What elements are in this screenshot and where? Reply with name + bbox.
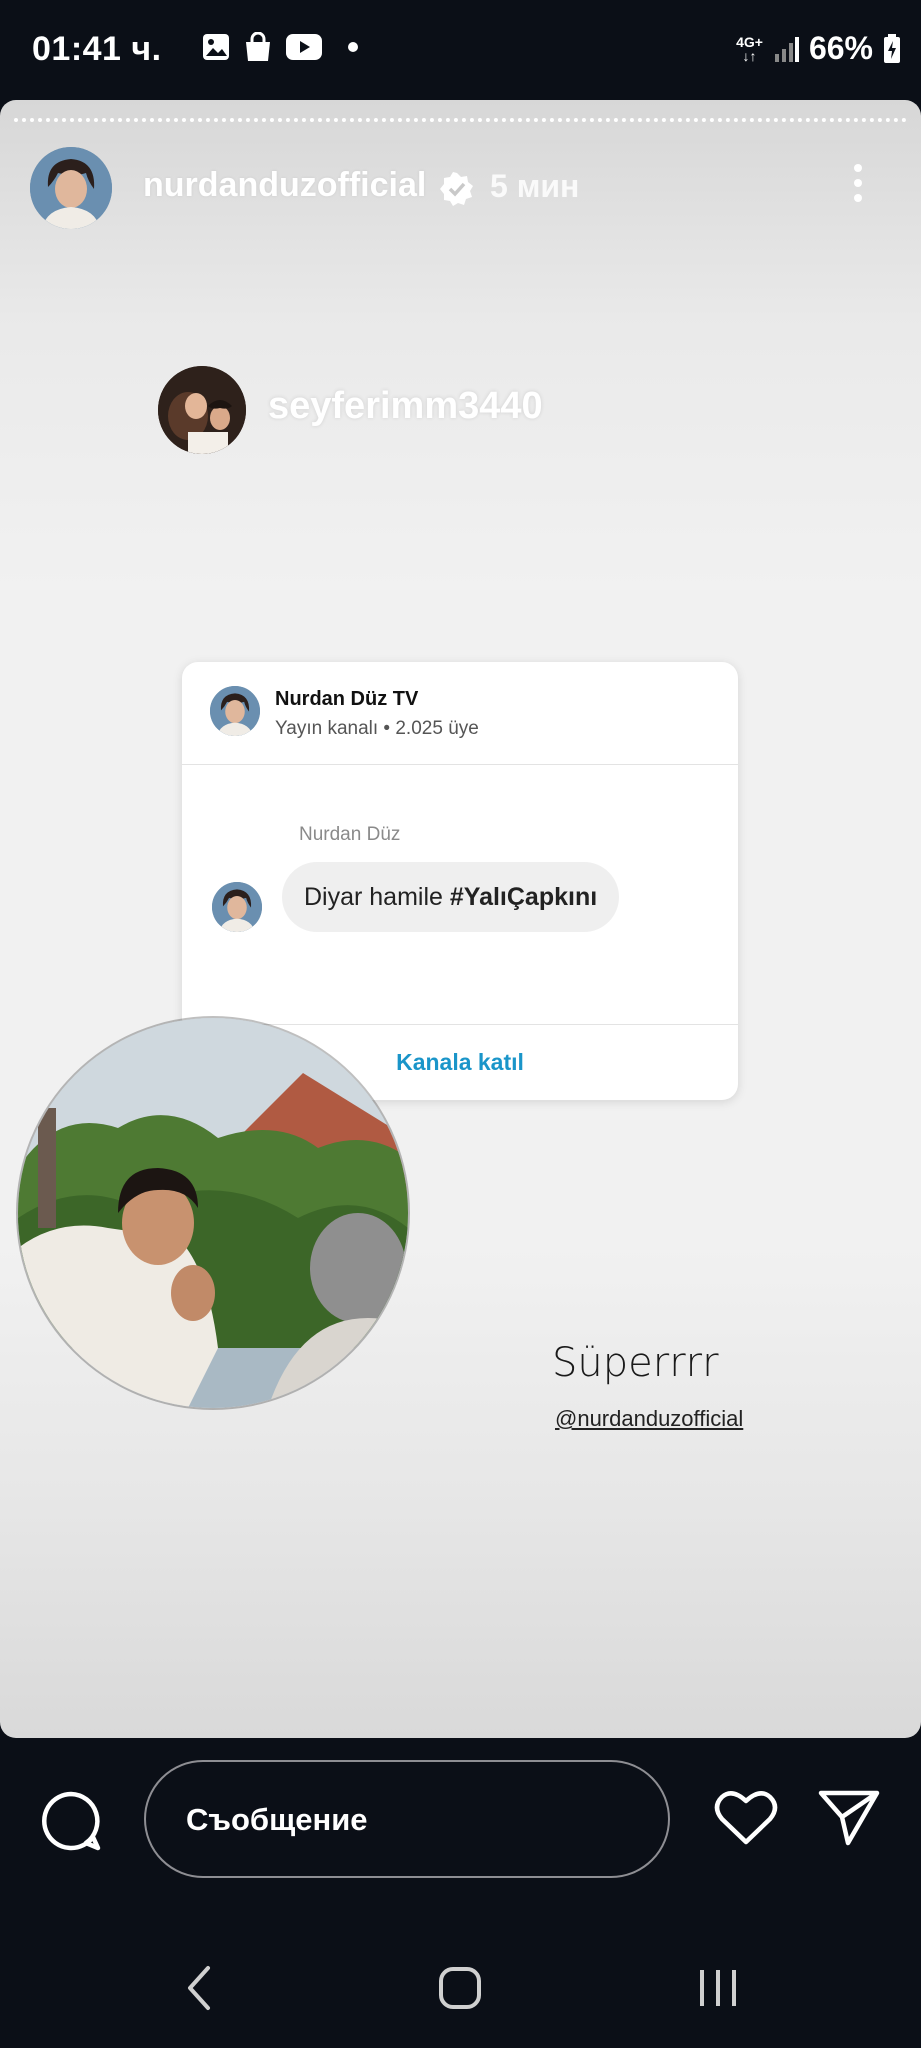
comment-icon[interactable] bbox=[40, 1790, 102, 1852]
verified-badge-icon bbox=[440, 172, 473, 206]
channel-title: Nurdan Düz TV bbox=[275, 688, 419, 710]
channel-subtitle: Yayın kanalı • 2.025 üye bbox=[275, 718, 479, 739]
channel-card-header: Nurdan Düz TV Yayın kanalı • 2.025 üye bbox=[182, 662, 738, 765]
channel-avatar bbox=[210, 686, 260, 736]
mention-username[interactable]: seyferimm3440 bbox=[268, 385, 543, 428]
story-time-ago: 5 мин bbox=[490, 168, 580, 204]
message-sender: Nurdan Düz bbox=[299, 824, 401, 845]
story-viewer[interactable]: nurdanduzofficial 5 мин seyferimm3440 Nu… bbox=[0, 100, 921, 1738]
message-input-placeholder: Съобщение bbox=[186, 1802, 368, 1837]
message-avatar bbox=[212, 882, 262, 932]
system-status: 4G+ ↓↑ 66% bbox=[736, 30, 901, 67]
message-input[interactable]: Съобщение bbox=[144, 1760, 670, 1878]
image-icon bbox=[203, 34, 229, 60]
notification-dot-icon bbox=[348, 42, 358, 52]
message-bubble: Diyar hamile #YalıÇapkını bbox=[282, 862, 620, 932]
mention-avatar[interactable] bbox=[158, 366, 246, 454]
back-icon[interactable] bbox=[180, 1964, 220, 2012]
recent-apps-icon[interactable] bbox=[696, 1968, 740, 2008]
message-hashtag[interactable]: #YalıÇapkını bbox=[450, 883, 597, 911]
notification-icons bbox=[202, 32, 358, 62]
owner-avatar[interactable] bbox=[30, 147, 112, 229]
signal-icon bbox=[774, 36, 799, 62]
more-options-icon[interactable] bbox=[852, 164, 864, 208]
youtube-icon bbox=[286, 34, 322, 60]
story-caption: Süperrrr bbox=[552, 1340, 719, 1386]
home-icon[interactable] bbox=[438, 1966, 482, 2010]
shopping-bag-icon bbox=[246, 32, 270, 61]
status-time: 01:41 ч. bbox=[32, 30, 162, 68]
video-circle-sticker[interactable] bbox=[18, 1018, 408, 1408]
caption-mention-link[interactable]: @nurdanduzofficial bbox=[555, 1406, 743, 1432]
story-progress-bar bbox=[14, 118, 907, 122]
message-text: Diyar hamile bbox=[304, 883, 450, 911]
network-type: 4G+ bbox=[736, 33, 763, 50]
heart-icon[interactable] bbox=[714, 1787, 778, 1847]
send-icon[interactable] bbox=[818, 1787, 880, 1847]
network-indicator: 4G+ ↓↑ bbox=[736, 33, 763, 64]
story-owner-username[interactable]: nurdanduzofficial bbox=[143, 166, 426, 205]
battery-percent: 66% bbox=[808, 30, 873, 66]
battery-charging-icon bbox=[884, 33, 900, 63]
status-bar: 01:41 ч. 4G+ ↓↑ 66% bbox=[0, 0, 921, 100]
